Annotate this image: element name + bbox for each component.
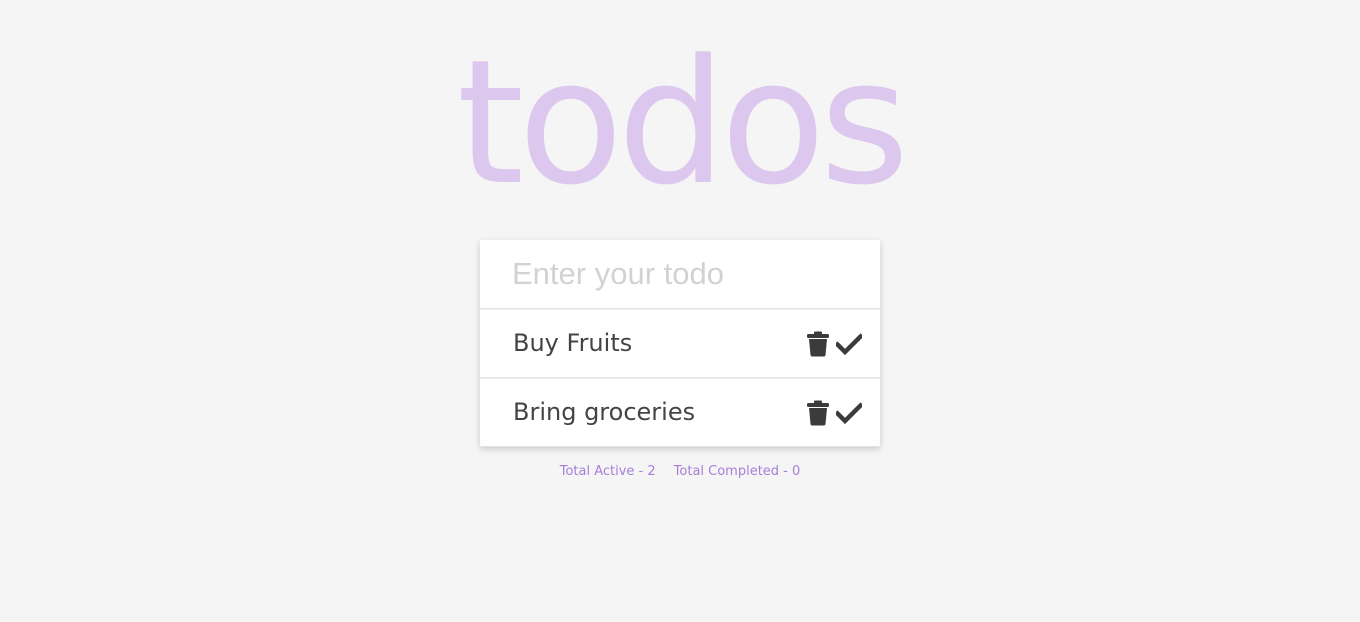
todo-item: Buy Fruits — [480, 309, 880, 378]
app-title: todos — [456, 22, 910, 223]
todo-stats: Total Active - 2 Total Completed - 0 — [0, 462, 1360, 482]
todo-card: Buy Fruits Bring groceries — [480, 240, 880, 447]
todo-input[interactable] — [480, 240, 880, 309]
check-icon[interactable] — [836, 331, 862, 357]
total-active-count: Total Active - 2 — [559, 464, 656, 479]
todo-text: Bring groceries — [513, 398, 696, 426]
check-icon[interactable] — [836, 400, 862, 426]
total-completed-count: Total Completed - 0 — [673, 464, 801, 479]
trash-icon[interactable] — [806, 331, 832, 357]
trash-icon[interactable] — [806, 400, 832, 426]
todo-item: Bring groceries — [480, 378, 880, 447]
todo-text: Buy Fruits — [513, 329, 633, 357]
